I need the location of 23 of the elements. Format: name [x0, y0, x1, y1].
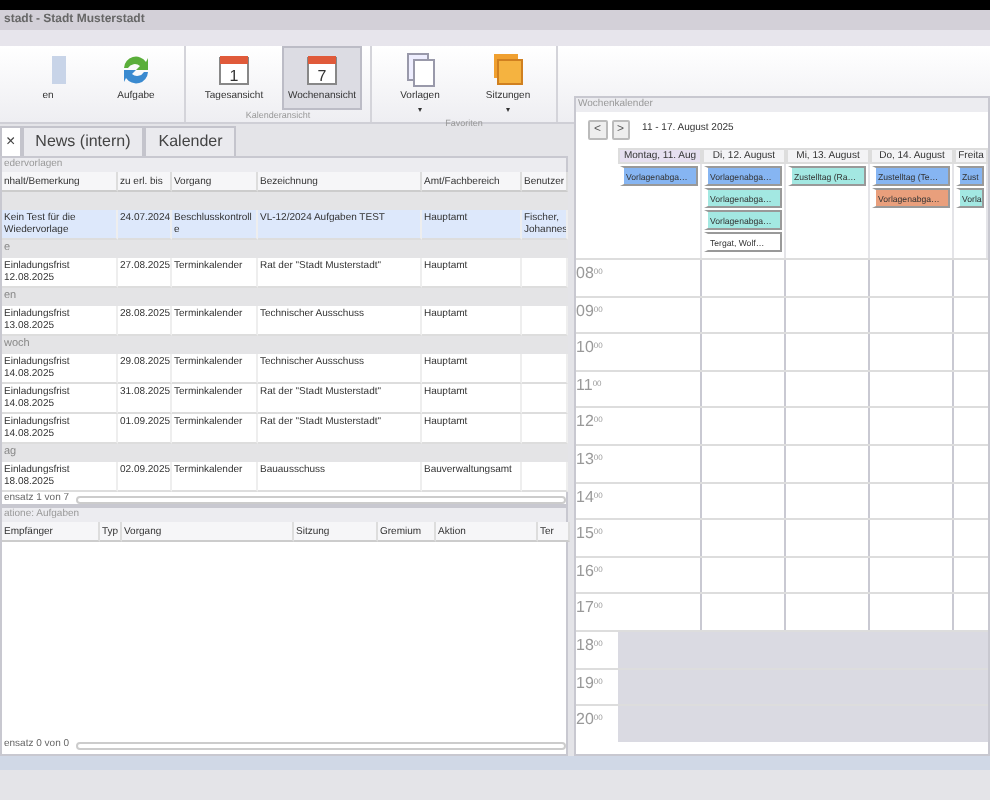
group-header[interactable] — [2, 192, 568, 210]
time-slot-row[interactable] — [618, 332, 988, 370]
time-slot-row[interactable] — [618, 592, 988, 630]
scrollbar[interactable] — [75, 742, 566, 750]
time-slot-row[interactable] — [618, 629, 988, 668]
time-slot-row[interactable] — [618, 518, 988, 556]
time-slot-row[interactable] — [618, 369, 988, 407]
table-cell — [522, 462, 568, 492]
close-button[interactable]: × — [0, 126, 22, 156]
time-slot-row[interactable] — [618, 481, 988, 519]
tab[interactable]: Kalender — [144, 126, 237, 156]
time-slot-row[interactable] — [618, 406, 988, 444]
time-slot-row[interactable] — [618, 667, 988, 705]
time-slot-row[interactable] — [618, 258, 988, 296]
tab[interactable]: News (intern) — [21, 126, 145, 156]
table-cell — [522, 354, 568, 384]
time-slot-row[interactable] — [618, 704, 988, 742]
time-slot-row[interactable] — [618, 555, 988, 593]
table-cell — [522, 384, 568, 414]
scrollbar[interactable] — [75, 495, 566, 504]
time-slot-row[interactable] — [618, 443, 988, 482]
time-slot-row[interactable] — [618, 295, 988, 333]
stack-icon — [488, 50, 528, 90]
